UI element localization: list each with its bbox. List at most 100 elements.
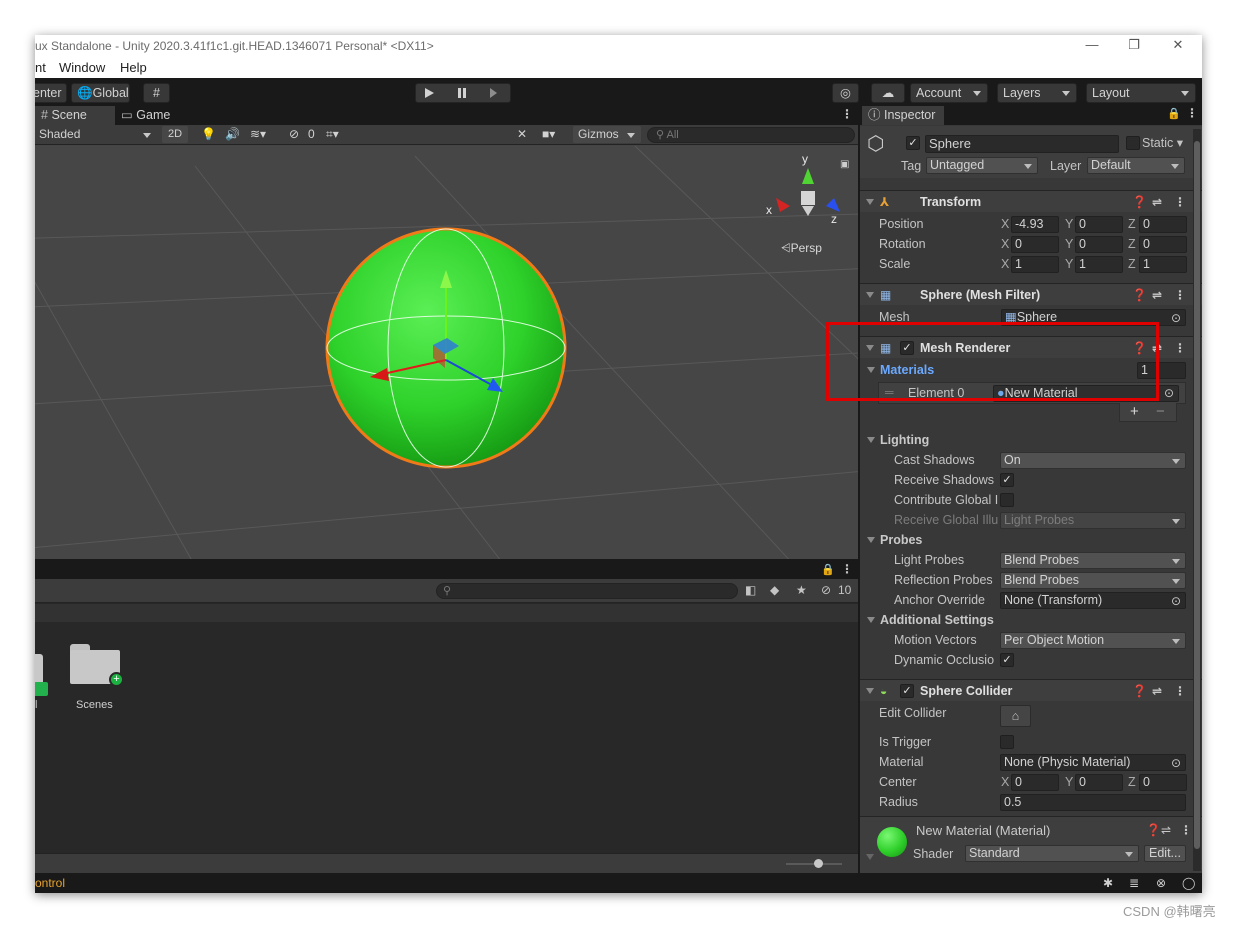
help-icon[interactable]: ❓ xyxy=(1132,284,1147,306)
center-y-field[interactable]: 0 xyxy=(1075,774,1123,791)
tab-inspector[interactable]: ⓘ Inspector xyxy=(862,106,944,125)
filter-by-type-icon[interactable]: ◧ xyxy=(745,583,756,597)
anchor-override-field[interactable]: None (Transform) xyxy=(1000,592,1186,609)
center-z-field[interactable]: 0 xyxy=(1139,774,1187,791)
dynamic-occlusion-checkbox[interactable]: ✓ xyxy=(1000,653,1014,667)
restore-button[interactable]: ❐ xyxy=(1112,35,1156,57)
panel-menu-icon[interactable]: ⋮ xyxy=(1186,106,1198,120)
object-picker-icon[interactable]: ⊙ xyxy=(1171,308,1181,328)
step-button[interactable] xyxy=(490,88,497,98)
mesh-filter-header[interactable]: ▦ Sphere (Mesh Filter) ❓ ⇌ ⋮ xyxy=(860,283,1202,305)
receive-shadows-checkbox[interactable]: ✓ xyxy=(1000,473,1014,487)
object-picker-icon[interactable]: ⊙ xyxy=(1164,386,1174,400)
menu-item-component[interactable]: nt xyxy=(35,57,46,78)
grid-snap-button[interactable]: # xyxy=(143,83,170,103)
cast-shadows-dropdown[interactable]: On xyxy=(1000,452,1186,469)
lock-icon[interactable]: ▣ xyxy=(840,159,849,170)
scene-viewport[interactable]: y x z ▣ ⩤Persp xyxy=(35,146,858,559)
play-button[interactable] xyxy=(425,88,434,98)
hidden-packages-icon[interactable]: ⊘ xyxy=(821,583,831,597)
icon-size-slider-thumb[interactable] xyxy=(814,859,823,868)
preset-icon[interactable]: ⇌ xyxy=(1152,284,1162,306)
cloud-button[interactable]: ☁ xyxy=(871,83,905,103)
debug-icon[interactable]: ⊗ xyxy=(1156,873,1166,893)
scale-x-field[interactable]: 1 xyxy=(1011,256,1059,273)
preset-icon[interactable]: ⇌ xyxy=(1152,680,1162,702)
component-menu-icon[interactable]: ⋮ xyxy=(1180,823,1192,837)
transform-header[interactable]: ⅄ Transform ❓ ⇌ ⋮ xyxy=(860,190,1202,212)
scale-y-field[interactable]: 1 xyxy=(1075,256,1123,273)
component-menu-icon[interactable]: ⋮ xyxy=(1174,284,1186,306)
filter-by-label-icon[interactable]: ◆ xyxy=(770,583,779,597)
remove-element-button[interactable]: − xyxy=(1156,403,1165,420)
collab-button[interactable]: ◎ xyxy=(832,83,859,103)
tools-icon[interactable]: ✕ xyxy=(517,126,527,143)
preset-icon[interactable]: ⇌ xyxy=(1161,823,1171,837)
object-picker-icon[interactable]: ⊙ xyxy=(1171,591,1181,611)
motion-vectors-dropdown[interactable]: Per Object Motion xyxy=(1000,632,1186,649)
panel-menu-icon[interactable]: ⋮ xyxy=(841,562,853,576)
object-picker-icon[interactable]: ⊙ xyxy=(1171,753,1181,773)
scenes-folder[interactable]: + xyxy=(70,644,124,687)
component-menu-icon[interactable]: ⋮ xyxy=(1174,337,1186,359)
layer-dropdown[interactable]: Default xyxy=(1087,157,1185,174)
hidden-objects-icon[interactable]: ⊘ xyxy=(289,126,299,143)
lighting-icon[interactable]: 💡 xyxy=(201,126,216,143)
shading-mode-dropdown[interactable]: Shaded xyxy=(39,126,157,143)
shader-dropdown[interactable]: Standard xyxy=(965,845,1139,862)
reflection-probes-dropdown[interactable]: Blend Probes xyxy=(1000,572,1186,589)
position-z-field[interactable]: 0 xyxy=(1139,216,1187,233)
project-search-input[interactable]: ⚲ xyxy=(436,583,738,599)
pause-button[interactable] xyxy=(458,88,461,98)
progress-icon[interactable]: ◯ xyxy=(1182,873,1195,893)
foldout-arrow-icon[interactable] xyxy=(866,688,874,694)
help-icon[interactable]: ❓ xyxy=(1146,823,1161,837)
lighting-foldout-icon[interactable] xyxy=(867,437,875,443)
close-button[interactable]: ✕ xyxy=(1156,35,1200,57)
is-trigger-checkbox[interactable] xyxy=(1000,735,1014,749)
help-icon[interactable]: ❓ xyxy=(1132,191,1147,213)
scrollbar-thumb[interactable] xyxy=(1194,141,1200,849)
object-name-field[interactable]: Sphere xyxy=(925,135,1119,153)
static-checkbox[interactable] xyxy=(1126,136,1140,150)
add-element-button[interactable]: + xyxy=(1130,403,1139,420)
menu-item-help[interactable]: Help xyxy=(120,57,147,78)
lock-icon[interactable]: 🔒 xyxy=(1167,107,1181,120)
effects-icon[interactable]: ≋▾ xyxy=(250,126,266,143)
global-toggle[interactable]: 🌐Global xyxy=(71,83,130,103)
scene-canvas[interactable]: y x z ▣ ⩤Persp xyxy=(35,146,858,559)
foldout-arrow-icon[interactable] xyxy=(866,292,874,298)
static-dropdown[interactable]: Static ▾ xyxy=(1142,135,1183,150)
edit-shader-button[interactable]: Edit... xyxy=(1144,845,1186,862)
mode-2d-toggle[interactable]: 2D xyxy=(162,126,188,143)
rotation-z-field[interactable]: 0 xyxy=(1139,236,1187,253)
sphere-collider-enabled-checkbox[interactable]: ✓ xyxy=(900,684,914,698)
contribute-gi-checkbox[interactable] xyxy=(1000,493,1014,507)
edit-collider-button[interactable]: ⌂ xyxy=(1000,705,1031,727)
menu-item-window[interactable]: Window xyxy=(59,57,105,78)
grid-toggle-icon[interactable]: ⌗▾ xyxy=(326,126,339,143)
help-icon[interactable]: ❓ xyxy=(1132,680,1147,702)
camera-icon[interactable]: ■▾ xyxy=(542,126,555,143)
tag-dropdown[interactable]: Untagged xyxy=(926,157,1038,174)
layers-dropdown[interactable]: Layers xyxy=(997,83,1077,103)
audio-icon[interactable]: 🔊 xyxy=(225,126,240,143)
position-x-field[interactable]: -4.93 xyxy=(1011,216,1059,233)
bug-report-icon[interactable]: ✱ xyxy=(1103,873,1113,893)
additional-foldout-icon[interactable] xyxy=(867,617,875,623)
account-dropdown[interactable]: Account xyxy=(910,83,988,103)
favorite-star-icon[interactable]: ★ xyxy=(796,583,807,597)
position-y-field[interactable]: 0 xyxy=(1075,216,1123,233)
panel-menu-icon[interactable]: ⋮ xyxy=(841,107,853,121)
sphere-collider-header[interactable]: ◒ ✓ Sphere Collider ❓ ⇌ ⋮ xyxy=(860,679,1202,701)
cache-server-icon[interactable]: ≣ xyxy=(1129,873,1139,893)
component-menu-icon[interactable]: ⋮ xyxy=(1174,191,1186,213)
scale-z-field[interactable]: 1 xyxy=(1139,256,1187,273)
minimize-button[interactable]: — xyxy=(1070,35,1114,57)
tab-scene[interactable]: # Scene xyxy=(35,106,115,125)
scene-search-input[interactable]: ⚲ All xyxy=(647,127,855,143)
layout-dropdown[interactable]: Layout xyxy=(1086,83,1196,103)
component-menu-icon[interactable]: ⋮ xyxy=(1174,680,1186,702)
light-probes-dropdown[interactable]: Blend Probes xyxy=(1000,552,1186,569)
rotation-y-field[interactable]: 0 xyxy=(1075,236,1123,253)
